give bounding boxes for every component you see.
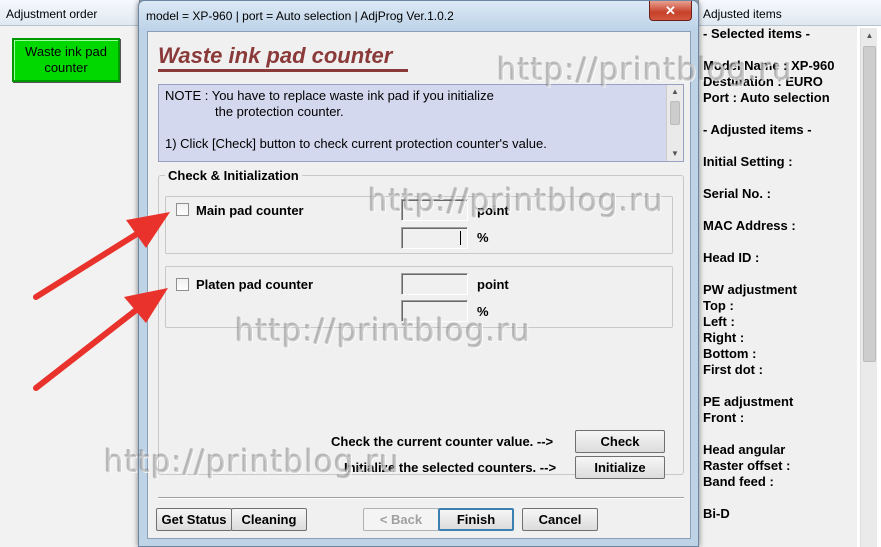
divider xyxy=(158,497,684,499)
adjustment-order-title: Adjustment order xyxy=(0,0,139,26)
adjusted-items-line: First dot : xyxy=(703,362,763,377)
adjusted-items-line xyxy=(703,138,857,154)
adjusted-items-line: Head angular xyxy=(703,442,786,457)
back-button[interactable]: < Back xyxy=(363,508,439,531)
waste-button-line-1: Waste ink pad xyxy=(25,44,107,59)
close-icon: ✕ xyxy=(665,3,676,18)
platen-pad-point-field xyxy=(401,273,468,295)
dialog-title: model = XP-960 | port = Auto selection |… xyxy=(146,9,454,23)
waste-button-line-2: counter xyxy=(44,60,88,75)
adjusted-items-line xyxy=(703,202,857,218)
page-title: Waste ink pad counter xyxy=(158,40,408,72)
adjusted-items-list: - Selected items - Model Name : XP-960 Des… xyxy=(699,26,857,547)
platen-pad-point-unit: point xyxy=(477,277,509,292)
note-scroll-down-icon[interactable]: ▼ xyxy=(667,147,683,161)
note-box: NOTE : You have to replace waste ink pad… xyxy=(158,84,684,162)
main-pad-percent-unit: % xyxy=(477,230,489,245)
adjusted-items-line xyxy=(703,234,857,250)
adjusted-items-line: Destination : EURO xyxy=(703,74,823,89)
adjusted-items-line xyxy=(703,266,857,282)
adjusted-items-line: PW adjustment xyxy=(703,282,797,297)
adjusted-items-title: Adjusted items xyxy=(699,0,881,26)
platen-pad-percent-unit: % xyxy=(477,304,489,319)
adjusted-items-line: Bi-D xyxy=(703,506,730,521)
note-line-1: NOTE : You have to replace waste ink pad… xyxy=(165,88,494,103)
main-pad-percent-field xyxy=(401,227,468,249)
platen-pad-label: Platen pad counter xyxy=(196,277,314,292)
adjusted-items-line: Port : Auto selection xyxy=(703,90,830,105)
adjusted-items-line: - Adjusted items - xyxy=(703,122,812,137)
adjustment-order-panel: Adjustment order Waste ink pad counter xyxy=(0,0,140,547)
main-pad-section: Main pad counter point % xyxy=(165,196,673,254)
check-initialization-group: Check & Initialization Main pad counter … xyxy=(158,168,684,479)
finish-button[interactable]: Finish xyxy=(438,508,514,531)
note-scroll-up-icon[interactable]: ▲ xyxy=(667,85,683,99)
initialize-hint: Initialize the selected counters. --> xyxy=(344,460,557,475)
main-pad-point-field xyxy=(401,199,468,221)
adjustment-order-list: Waste ink pad counter xyxy=(0,26,139,547)
adjusted-items-line: - Selected items - xyxy=(703,26,810,41)
scroll-up-arrow-icon[interactable]: ▲ xyxy=(861,28,878,44)
group-label: Check & Initialization xyxy=(165,168,302,183)
adjusted-items-scrollbar[interactable]: ▲ xyxy=(860,28,877,547)
adjusted-items-line xyxy=(703,106,857,122)
adjusted-items-line: MAC Address : xyxy=(703,218,796,233)
note-scrollbar[interactable]: ▲ ▼ xyxy=(666,85,683,161)
waste-ink-dialog: model = XP-960 | port = Auto selection |… xyxy=(138,0,699,547)
adjusted-items-line: Model Name : XP-960 xyxy=(703,58,835,73)
adjusted-items-panel: Adjusted items - Selected items - Model N… xyxy=(698,0,881,547)
platen-pad-checkbox[interactable] xyxy=(176,278,189,291)
close-button[interactable]: ✕ xyxy=(649,1,692,21)
initialize-button[interactable]: Initialize xyxy=(575,456,665,479)
dialog-client: Waste ink pad counter NOTE : You have to… xyxy=(147,31,691,539)
screen: Adjustment order Waste ink pad counter A… xyxy=(0,0,881,547)
adjusted-items-line: Left : xyxy=(703,314,735,329)
check-hint: Check the current counter value. --> xyxy=(331,434,554,449)
adjusted-items-line: PE adjustment xyxy=(703,394,794,409)
adjusted-items-line xyxy=(703,426,857,442)
main-pad-point-unit: point xyxy=(477,203,509,218)
adjusted-items-line xyxy=(703,378,857,394)
adjusted-items-line xyxy=(703,170,857,186)
get-status-button[interactable]: Get Status xyxy=(156,508,232,531)
note-line-2: the protection counter. xyxy=(215,104,344,119)
text-caret xyxy=(460,231,461,245)
platen-pad-section: Platen pad counter point % xyxy=(165,266,673,328)
main-pad-label: Main pad counter xyxy=(196,203,304,218)
adjusted-items-line: Serial No. : xyxy=(703,186,771,201)
note-line-3: 1) Click [Check] button to check current… xyxy=(165,136,547,151)
main-pad-checkbox[interactable] xyxy=(176,203,189,216)
check-button[interactable]: Check xyxy=(575,430,665,453)
note-scroll-thumb[interactable] xyxy=(670,101,680,125)
adjusted-items-line: Top : xyxy=(703,298,734,313)
scrollbar-thumb[interactable] xyxy=(863,46,876,362)
cleaning-button[interactable]: Cleaning xyxy=(231,508,307,531)
waste-ink-pad-counter-button[interactable]: Waste ink pad counter xyxy=(12,38,120,82)
dialog-titlebar[interactable]: model = XP-960 | port = Auto selection |… xyxy=(139,1,698,31)
adjusted-items-line: Band feed : xyxy=(703,474,774,489)
adjusted-items-line: Raster offset : xyxy=(703,458,791,473)
adjusted-items-line: Bottom : xyxy=(703,346,757,361)
adjusted-items-line: Initial Setting : xyxy=(703,154,793,169)
adjusted-items-line xyxy=(703,42,857,58)
adjusted-items-line: Front : xyxy=(703,410,745,425)
platen-pad-percent-field xyxy=(401,300,468,322)
cancel-button[interactable]: Cancel xyxy=(522,508,598,531)
adjusted-items-line: Head ID : xyxy=(703,250,760,265)
adjusted-items-line: Right : xyxy=(703,330,745,345)
adjusted-items-line xyxy=(703,490,857,506)
